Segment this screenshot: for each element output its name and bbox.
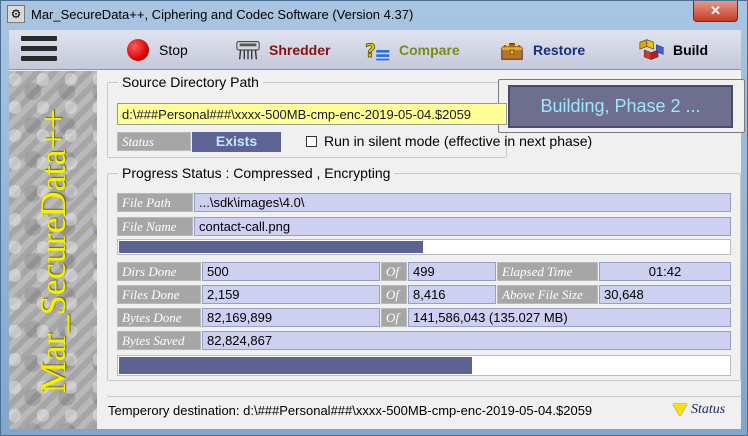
progress-group-title: Progress Status : Compressed , Encryptin… xyxy=(118,165,395,181)
compare-button[interactable]: ? Compare xyxy=(365,38,460,63)
shredder-button[interactable]: Shredder xyxy=(235,38,330,62)
above-file-size-label: Above File Size xyxy=(497,285,598,304)
files-done-value: 2,159 xyxy=(202,285,380,304)
file-name-value: contact-call.png xyxy=(194,217,731,236)
shredder-icon xyxy=(235,38,261,62)
status-toggle-label: Status xyxy=(691,402,726,417)
phase-panel: Building, Phase 2 ... xyxy=(498,79,745,133)
file-name-label: File Name xyxy=(117,217,193,236)
build-button[interactable]: Build xyxy=(639,38,708,62)
files-total-value: 8,416 xyxy=(408,285,496,304)
stop-icon xyxy=(127,39,149,61)
toolbar: Stop Shredder ? Compare Restore Build xyxy=(9,30,741,70)
window-title: Mar_SecureData++, Ciphering and Codec So… xyxy=(31,7,414,22)
shredder-label: Shredder xyxy=(269,42,331,58)
overall-progress-bar xyxy=(117,355,731,376)
close-button[interactable]: ✕ xyxy=(693,1,738,22)
svg-text:?: ? xyxy=(365,40,376,62)
above-file-size-value: 30,648 xyxy=(599,285,731,304)
dirs-total-value: 499 xyxy=(408,262,496,281)
stop-button[interactable]: Stop xyxy=(125,38,188,62)
source-group-title: Source Directory Path xyxy=(118,74,263,90)
bytes-saved-label: Bytes Saved xyxy=(117,331,201,350)
blocks-icon xyxy=(639,38,665,62)
dirs-of-label: Of xyxy=(381,262,407,281)
restore-label: Restore xyxy=(533,42,586,58)
client-area: Stop Shredder ? Compare Restore Build Ma… xyxy=(9,30,745,429)
temp-destination: Temperory destination: d:\###Personal###… xyxy=(108,403,593,418)
elapsed-time-value: 01:42 xyxy=(599,262,731,281)
elapsed-time-label: Elapsed Time xyxy=(497,262,598,281)
bytes-saved-value: 82,824,867 xyxy=(202,331,731,350)
file-path-label: File Path xyxy=(117,193,193,212)
triangle-down-icon xyxy=(673,404,687,416)
overall-progress-fill xyxy=(119,357,472,374)
dirs-done-label: Dirs Done xyxy=(117,262,201,281)
status-bar: Temperory destination: d:\###Personal###… xyxy=(107,396,741,422)
files-done-label: Files Done xyxy=(117,285,201,304)
app-window: ⚙ Mar_SecureData++, Ciphering and Codec … xyxy=(0,0,748,436)
bytes-of-label: Of xyxy=(381,308,407,327)
build-label: Build xyxy=(673,42,708,58)
app-icon: ⚙ xyxy=(7,5,25,23)
brand-text: Mar_SecureData++ xyxy=(33,108,73,394)
file-path-value: ...\sdk\images\4.0\ xyxy=(194,193,731,212)
bytes-done-value: 82,169,899 xyxy=(202,308,380,327)
dirs-done-value: 500 xyxy=(202,262,380,281)
phase-status: Building, Phase 2 ... xyxy=(508,85,733,128)
bytes-done-label: Bytes Done xyxy=(117,308,201,327)
silent-mode-label[interactable]: Run in silent mode (effective in next ph… xyxy=(324,133,592,149)
brand-sidebar: Mar_SecureData++ xyxy=(9,71,97,429)
source-status-label: Status xyxy=(117,132,191,151)
bytes-total-value: 141,586,043 (135.027 MB) xyxy=(408,308,731,327)
stop-label: Stop xyxy=(159,42,188,58)
file-progress-bar xyxy=(117,239,731,255)
compare-label: Compare xyxy=(399,42,460,58)
status-toggle[interactable]: Status xyxy=(673,402,725,418)
restore-button[interactable]: Restore xyxy=(499,38,585,62)
menu-icon[interactable] xyxy=(21,36,57,64)
source-status-badge: Exists xyxy=(192,132,281,152)
source-path-field[interactable]: d:\###Personal###\xxxx-500MB-cmp-enc-201… xyxy=(117,103,507,125)
silent-mode-checkbox[interactable] xyxy=(306,136,317,147)
compare-icon: ? xyxy=(365,38,391,62)
treasure-chest-icon xyxy=(499,38,525,62)
file-progress-fill xyxy=(119,241,423,253)
title-bar[interactable]: ⚙ Mar_SecureData++, Ciphering and Codec … xyxy=(1,1,747,29)
files-of-label: Of xyxy=(381,285,407,304)
